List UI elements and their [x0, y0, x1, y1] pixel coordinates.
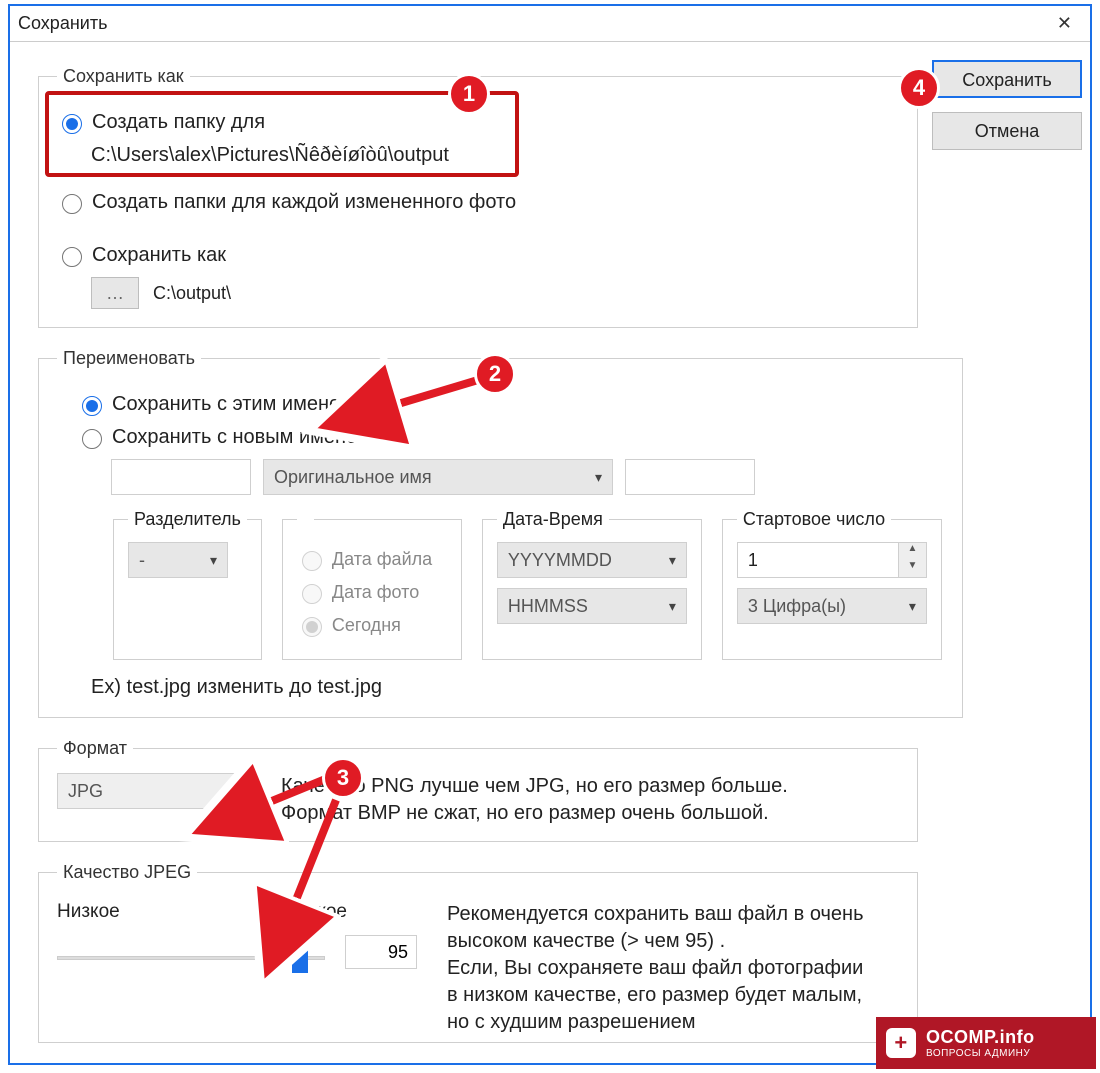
datetime-legend: Дата-Время	[497, 509, 609, 530]
create-folder-path: C:\Users\alex\Pictures\Ñêðèíøîòû\output	[91, 144, 899, 167]
quality-low-label: Низкое	[57, 901, 120, 923]
radio-keep-name[interactable]: Сохранить с этим именем	[77, 393, 944, 416]
radio-keep-name-label: Сохранить с этим именем	[112, 393, 354, 416]
radio-save-as-path-label: Сохранить как	[92, 244, 226, 267]
radio-date-today-input[interactable]	[302, 617, 322, 637]
start-number-legend: Стартовое число	[737, 509, 891, 530]
digits-select[interactable]: 3 Цифра(ы) ▾	[737, 588, 927, 624]
chevron-down-icon: ▾	[210, 552, 217, 569]
quality-legend: Качество JPEG	[57, 862, 197, 883]
chevron-down-icon: ▾	[669, 552, 676, 569]
radio-date-file[interactable]: Дата файла	[297, 548, 447, 571]
rename-legend: Переименовать	[57, 348, 201, 369]
radio-create-folder-label: Создать папку для	[92, 111, 265, 134]
format-select[interactable]: JPG ▾	[57, 773, 257, 809]
rename-name-select[interactable]: Оригинальное имя ▾	[263, 459, 613, 495]
radio-per-photo[interactable]: Создать папки для каждой измененного фот…	[57, 191, 899, 214]
radio-date-today[interactable]: Сегодня	[297, 614, 447, 637]
radio-date-photo[interactable]: Дата фото	[297, 581, 447, 604]
radio-per-photo-input[interactable]	[62, 194, 82, 214]
rename-example: Ex) test.jpg изменить до test.jpg	[91, 676, 944, 699]
separator-select[interactable]: - ▾	[128, 542, 228, 578]
time-format-select[interactable]: HHMMSS ▾	[497, 588, 687, 624]
date-format-select[interactable]: YYYYMMDD ▾	[497, 542, 687, 578]
dialog-content: Сохранить Отмена Сохранить как Создать п…	[10, 42, 1090, 1053]
radio-date-today-label: Сегодня	[332, 615, 401, 636]
browse-button[interactable]: …	[91, 277, 139, 309]
save-as-group: Сохранить как Создать папку для C:\Users…	[38, 66, 918, 328]
watermark-line1: OCOMP.info	[926, 1027, 1035, 1048]
radio-date-photo-input[interactable]	[302, 584, 322, 604]
action-buttons: Сохранить Отмена	[932, 60, 1082, 164]
spinner-arrows[interactable]: ▲▼	[898, 543, 926, 577]
radio-new-name-label: Сохранить с новым именем	[112, 426, 371, 449]
format-value: JPG	[68, 781, 103, 802]
digits-value: 3 Цифра(ы)	[748, 596, 846, 617]
save-as-legend: Сохранить как	[57, 66, 190, 87]
radio-save-as-path-input[interactable]	[62, 247, 82, 267]
watermark-line2: ВОПРОСЫ АДМИНУ	[926, 1048, 1035, 1059]
chevron-down-icon: ▾	[595, 469, 602, 486]
radio-create-folder-input[interactable]	[62, 114, 82, 134]
separator-group: Разделитель - ▾	[113, 509, 262, 660]
date-format-value: YYYYMMDD	[508, 550, 612, 571]
radio-date-file-label: Дата файла	[332, 549, 432, 570]
rename-name-select-value: Оригинальное имя	[274, 467, 432, 488]
start-number-spinner[interactable]: 1 ▲▼	[737, 542, 927, 578]
save-dialog: Сохранить ✕ Сохранить Отмена Сохранить к…	[8, 4, 1092, 1065]
quality-group: Качество JPEG Низкое Высокое	[38, 862, 918, 1043]
datetime-source-group: . Дата файла Дата фото Сегодня	[282, 509, 462, 660]
chevron-down-icon: ▾	[909, 598, 916, 615]
format-hint: Качество PNG лучше чем JPG, но его разме…	[281, 773, 841, 827]
close-icon[interactable]: ✕	[1047, 9, 1082, 38]
chevron-down-icon: ▾	[239, 783, 246, 800]
chevron-down-icon: ▾	[669, 598, 676, 615]
save-as-path: C:\output\	[153, 283, 231, 304]
quality-value-input[interactable]	[345, 935, 417, 969]
datetime-format-group: Дата-Время YYYYMMDD ▾ HHMMSS ▾	[482, 509, 702, 660]
radio-create-folder[interactable]: Создать папку для	[57, 111, 899, 134]
radio-date-file-input[interactable]	[302, 551, 322, 571]
quality-slider-thumb[interactable]	[292, 943, 308, 973]
rename-group: Переименовать Сохранить с этим именем Со…	[38, 348, 963, 718]
radio-new-name[interactable]: Сохранить с новым именем	[77, 426, 944, 449]
start-number-group: Стартовое число 1 ▲▼ 3 Цифра(ы) ▾	[722, 509, 942, 660]
save-button[interactable]: Сохранить	[932, 60, 1082, 98]
cancel-button[interactable]: Отмена	[932, 112, 1082, 150]
radio-per-photo-label: Создать папки для каждой измененного фот…	[92, 191, 516, 214]
format-group: Формат JPG ▾ Качество PNG лучше чем JPG,…	[38, 738, 918, 842]
quality-high-label: Высокое	[271, 901, 347, 923]
rename-prefix-input[interactable]	[111, 459, 251, 495]
plus-icon: +	[886, 1028, 916, 1058]
radio-new-name-input[interactable]	[82, 429, 102, 449]
start-number-value: 1	[738, 543, 898, 577]
radio-date-photo-label: Дата фото	[332, 582, 419, 603]
rename-suffix-input[interactable]	[625, 459, 755, 495]
quality-slider[interactable]	[57, 956, 325, 960]
separator-value: -	[139, 550, 145, 571]
radio-save-as-path[interactable]: Сохранить как	[57, 244, 899, 267]
time-format-value: HHMMSS	[508, 596, 588, 617]
window-title: Сохранить	[18, 13, 107, 34]
quality-hint: Рекомендуется сохранить ваш файл в очень…	[447, 901, 877, 1036]
format-legend: Формат	[57, 738, 133, 759]
titlebar: Сохранить ✕	[10, 6, 1090, 42]
watermark: + OCOMP.info ВОПРОСЫ АДМИНУ	[876, 1017, 1096, 1069]
separator-legend: Разделитель	[128, 509, 247, 530]
radio-keep-name-input[interactable]	[82, 396, 102, 416]
